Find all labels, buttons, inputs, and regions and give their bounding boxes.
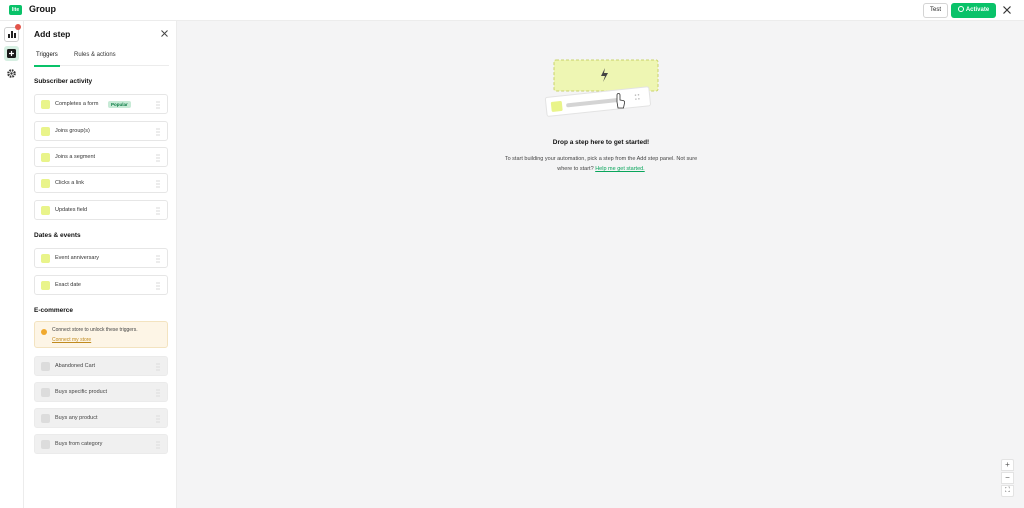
panel-tabs: Triggers Rules & actions: [34, 46, 169, 67]
left-rail: [0, 21, 24, 508]
cart-icon: [41, 362, 50, 371]
group-icon: [41, 127, 50, 136]
refresh-icon: [41, 206, 50, 215]
popular-badge: Popular: [108, 101, 131, 108]
help-link[interactable]: Help me get started.: [595, 166, 645, 172]
item-label: Buys from category: [55, 441, 103, 447]
drop-zone-illustration: [544, 59, 659, 117]
trigger-updates-field[interactable]: Updates field: [34, 200, 168, 220]
item-label: Buys any product: [55, 415, 98, 421]
trigger-completes-form[interactable]: Completes a form Popular: [34, 94, 168, 114]
drag-handle-icon: [156, 363, 160, 371]
trigger-event-anniversary[interactable]: Event anniversary: [34, 248, 168, 268]
trigger-exact-date[interactable]: Exact date: [34, 275, 168, 295]
zoom-in-button[interactable]: +: [1001, 459, 1014, 471]
notification-badge: [15, 24, 21, 30]
add-step-icon[interactable]: [4, 46, 19, 61]
drag-handle-icon[interactable]: [156, 101, 160, 109]
item-label: Completes a form: [55, 101, 99, 107]
trigger-buys-specific-product: Buys specific product: [34, 382, 168, 402]
drag-handle-icon[interactable]: [156, 255, 160, 263]
connect-store-notice: Connect store to unlock these triggers. …: [34, 321, 168, 348]
trigger-joins-segment[interactable]: Joins a segment: [34, 147, 168, 167]
fit-view-button[interactable]: ⛶: [1001, 485, 1014, 497]
app-logo[interactable]: lite: [9, 5, 22, 15]
drag-handle-icon[interactable]: [156, 128, 160, 136]
drag-handle-icon[interactable]: [156, 180, 160, 188]
tab-triggers[interactable]: Triggers: [34, 52, 60, 67]
connect-store-link[interactable]: Connect my store: [52, 337, 91, 343]
panel-title: Add step: [34, 29, 71, 39]
product-icon: [41, 388, 50, 397]
cake-icon: [41, 254, 50, 263]
close-panel-icon[interactable]: [160, 29, 169, 38]
item-label: Joins group(s): [55, 128, 90, 134]
item-label: Buys specific product: [55, 389, 107, 395]
zoom-out-button[interactable]: −: [1001, 472, 1014, 484]
item-label: Joins a segment: [55, 154, 96, 160]
activate-button[interactable]: Activate: [951, 3, 996, 18]
trigger-abandoned-cart: Abandoned Cart: [34, 356, 168, 376]
item-label: Clicks a link: [55, 180, 85, 186]
trigger-joins-group[interactable]: Joins group(s): [34, 121, 168, 141]
notice-text: Connect store to unlock these triggers.: [52, 327, 138, 333]
drag-handle-icon: [156, 441, 160, 449]
drag-handle-icon: [156, 415, 160, 423]
box-icon: [41, 414, 50, 423]
section-subscriber-activity: Subscriber activity: [34, 78, 93, 85]
trigger-buys-any-product: Buys any product: [34, 408, 168, 428]
item-label: Event anniversary: [55, 255, 100, 261]
tab-rules-actions[interactable]: Rules & actions: [74, 52, 116, 58]
segment-icon: [41, 153, 50, 162]
calendar-icon: [41, 281, 50, 290]
warning-icon: [41, 329, 47, 335]
canvas-description: To start building your automation, pick …: [498, 154, 704, 174]
trigger-clicks-link[interactable]: Clicks a link: [34, 173, 168, 193]
automation-title[interactable]: Group: [29, 4, 56, 14]
close-icon[interactable]: [1001, 4, 1013, 16]
top-bar: lite Group Test Activate: [0, 0, 1024, 21]
add-step-panel: Add step Triggers Rules & actions Subscr…: [24, 21, 177, 508]
section-ecommerce: E-commerce: [34, 307, 74, 314]
drag-handle-icon[interactable]: [156, 282, 160, 290]
link-icon: [41, 179, 50, 188]
gear-icon[interactable]: [4, 66, 19, 81]
drag-handle-icon[interactable]: [156, 154, 160, 162]
form-icon: [41, 100, 50, 109]
category-icon: [41, 440, 50, 449]
item-label: Exact date: [55, 282, 81, 288]
trigger-buys-from-category: Buys from category: [34, 434, 168, 454]
section-dates-events: Dates & events: [34, 232, 81, 239]
item-label: Abandoned Cart: [55, 363, 96, 369]
activate-label: Activate: [965, 7, 990, 13]
item-label: Updates field: [55, 207, 88, 213]
play-icon: [957, 6, 964, 12]
test-button[interactable]: Test: [923, 3, 948, 18]
automation-canvas[interactable]: Drop a step here to get started! To star…: [178, 21, 1024, 508]
drag-handle-icon: [156, 389, 160, 397]
drag-handle-icon[interactable]: [156, 207, 160, 215]
canvas-title: Drop a step here to get started!: [552, 139, 650, 146]
